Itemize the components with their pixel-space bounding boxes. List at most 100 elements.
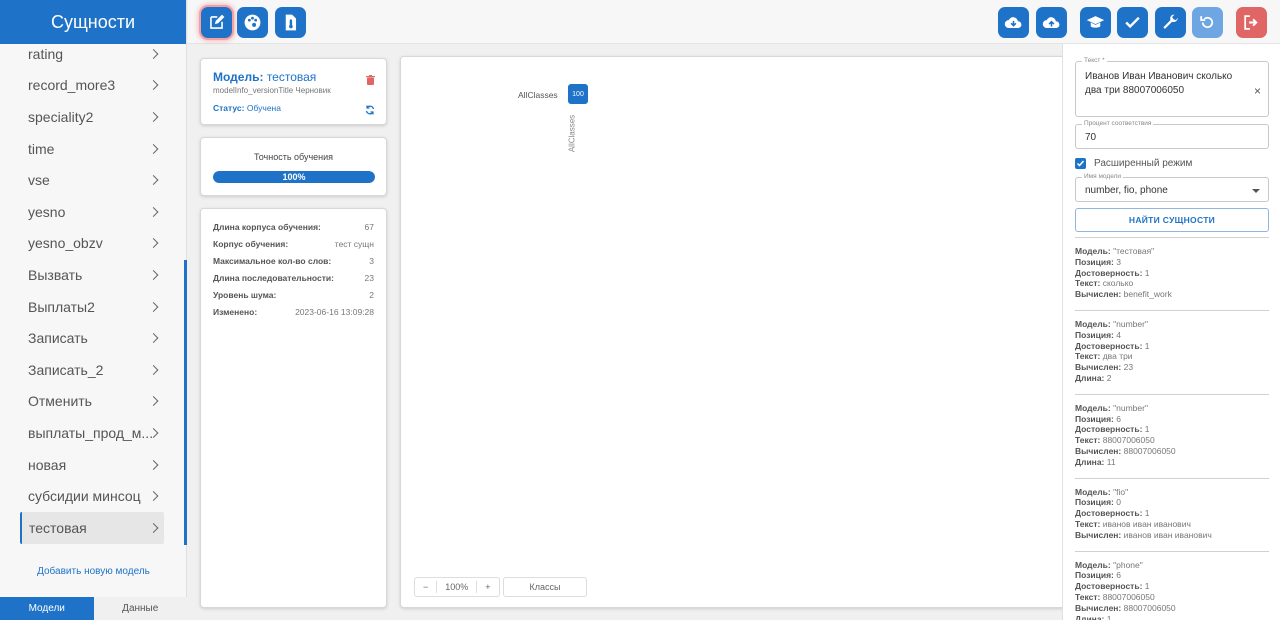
classes-graph-panel[interactable]: AllClasses 100 AllClasses − 100% + Класс… [400, 56, 1070, 608]
train-button[interactable] [1080, 7, 1111, 38]
trash-icon [366, 75, 375, 85]
result-value: 88007006050 [1100, 435, 1155, 446]
extended-mode-label: Расширенный режим [1094, 158, 1193, 169]
confirm-button[interactable] [1117, 7, 1148, 38]
result-value: два три [1100, 351, 1133, 362]
sidebar-item[interactable]: Записать_2 [0, 354, 187, 386]
refresh-status-button[interactable] [365, 102, 375, 120]
sidebar-item[interactable]: Вызвать [0, 259, 187, 291]
chevron-right-icon [148, 270, 159, 280]
result-line: Вычислен: 88007006050 [1075, 446, 1269, 457]
model-name-select[interactable]: Имя модели number, fio, phone [1075, 173, 1269, 202]
sidebar-item[interactable]: Записать [0, 322, 187, 354]
match-percent-field[interactable]: Процент соответствия 70 [1075, 120, 1269, 149]
result-key: Модель: [1075, 318, 1111, 329]
result-value: 2 [1104, 372, 1112, 383]
graph-node-badge[interactable]: 100 [568, 84, 588, 104]
sidebar-item[interactable]: yesno [0, 196, 187, 228]
results-list: Модель: "тестовая" Позиция: 3 Достоверност… [1063, 237, 1280, 620]
zoom-out-button[interactable]: − [415, 582, 436, 592]
sidebar-item[interactable]: vse [0, 164, 187, 196]
file-button[interactable] [275, 7, 306, 38]
undo-button[interactable] [1192, 7, 1223, 38]
result-line: Длина: 1 [1075, 614, 1269, 620]
settings-button[interactable] [1155, 7, 1186, 38]
result-line: Текст: сколько [1075, 278, 1269, 289]
result-line: Текст: 88007006050 [1075, 592, 1269, 603]
graph-node-label: AllClasses [518, 90, 558, 100]
graduation-cap-icon [1086, 16, 1105, 28]
tab-models[interactable]: Модели [0, 597, 94, 620]
result-key: Позиция: [1075, 329, 1114, 340]
result-line: Достоверность: 1 [1075, 424, 1269, 435]
sidebar-item-label: Отменить [28, 393, 92, 410]
result-value: 1 [1104, 613, 1112, 620]
info-row: Изменено: 2023-06-16 13:09:28 [213, 307, 374, 324]
result-value: "number" [1110, 318, 1148, 329]
text-field[interactable]: Текст * Иванов Иван Иванович сколько два… [1075, 57, 1269, 117]
sidebar-item[interactable]: rating [0, 38, 187, 70]
logout-button[interactable] [1236, 7, 1267, 38]
info-key: Уровень шума: [213, 290, 277, 300]
text-field-value: Иванов Иван Иванович сколько два три 880… [1085, 71, 1233, 96]
model-name-label: Имя модели [1082, 173, 1124, 180]
sidebar-item[interactable]: yesno_obzv [0, 228, 187, 260]
info-row: Максимальное кол-во слов: 3 [213, 256, 374, 273]
result-key: Позиция: [1075, 570, 1114, 581]
accuracy-value: 100% [282, 172, 306, 182]
status-value: Обучена [246, 103, 281, 113]
entity-search-panel: Текст * Иванов Иван Иванович сколько два… [1062, 44, 1280, 620]
sidebar-item[interactable]: record_more3 [0, 70, 187, 102]
sidebar-list: rating record_more3 speciality2 time vse yesn… [0, 38, 187, 548]
info-key: Максимальное кол-во слов: [213, 256, 332, 266]
sidebar-item[interactable]: time [0, 133, 187, 165]
sidebar-item[interactable]: выплаты_прод_м... [0, 417, 187, 449]
zoom-level: 100% [445, 582, 469, 592]
result-item: Модель: "number" Позиция: 6 Достоверность:… [1075, 393, 1269, 478]
edit-button[interactable] [201, 7, 232, 38]
delete-model-button[interactable] [366, 72, 375, 90]
status-label: Статус: [213, 103, 245, 113]
result-line: Текст: иванов иван иванович [1075, 519, 1269, 530]
sidebar-item[interactable]: субсидии минсоц [0, 480, 187, 512]
result-item: Модель: "number" Позиция: 4 Достоверность:… [1075, 309, 1269, 394]
palette-button[interactable] [237, 7, 268, 38]
extended-mode-checkbox[interactable]: Расширенный режим [1075, 157, 1192, 170]
result-line: Позиция: 3 [1075, 257, 1269, 268]
sidebar-item-label: speciality2 [28, 108, 94, 125]
text-field-label: Текст * [1082, 57, 1107, 64]
result-line: Вычислен: 23 [1075, 362, 1269, 373]
add-model-link[interactable]: Добавить новую модель [0, 566, 187, 577]
chevron-right-icon [148, 175, 159, 186]
clear-text-button[interactable]: × [1254, 84, 1261, 98]
sidebar-scrollbar[interactable] [184, 260, 187, 545]
result-line: Позиция: 0 [1075, 497, 1269, 508]
find-entities-button[interactable]: НАЙТИ СУЩНОСТИ [1075, 208, 1269, 232]
result-item: Модель: "fio" Позиция: 0 Достоверность: 1Т… [1075, 477, 1269, 551]
sidebar-item-label: новая [28, 456, 67, 473]
upload-button[interactable] [1036, 7, 1067, 38]
info-value: 23 [364, 273, 374, 283]
match-percent-label: Процент соответствия [1082, 120, 1154, 127]
tab-data[interactable]: Данные [93, 597, 187, 620]
result-key: Достоверность: [1075, 424, 1143, 435]
classes-button[interactable]: Классы [503, 577, 587, 597]
sidebar-item-label: Выплаты2 [28, 298, 95, 315]
accuracy-card: Точность обучения 100% [200, 137, 387, 196]
model-card: Модель: тестовая modelInfo_versionTitle … [200, 58, 387, 125]
result-line: Модель: "phone" [1075, 560, 1269, 571]
zoom-in-button[interactable]: + [477, 582, 498, 592]
sidebar-item[interactable]: Отменить [0, 386, 187, 418]
info-key: Изменено: [213, 307, 258, 317]
result-value: "fio" [1110, 486, 1129, 497]
download-button[interactable] [998, 7, 1029, 38]
sidebar-item[interactable]: новая [0, 449, 187, 481]
sidebar-item[interactable]: Выплаты2 [0, 291, 187, 323]
sidebar-item[interactable]: speciality2 [0, 101, 187, 133]
result-key: Модель: [1075, 559, 1111, 570]
sidebar-item[interactable]: тестовая [20, 511, 164, 544]
result-value: "phone" [1110, 559, 1143, 570]
result-line: Модель: "number" [1075, 319, 1269, 330]
chevron-right-icon [148, 364, 159, 375]
chevron-right-icon [148, 522, 159, 533]
